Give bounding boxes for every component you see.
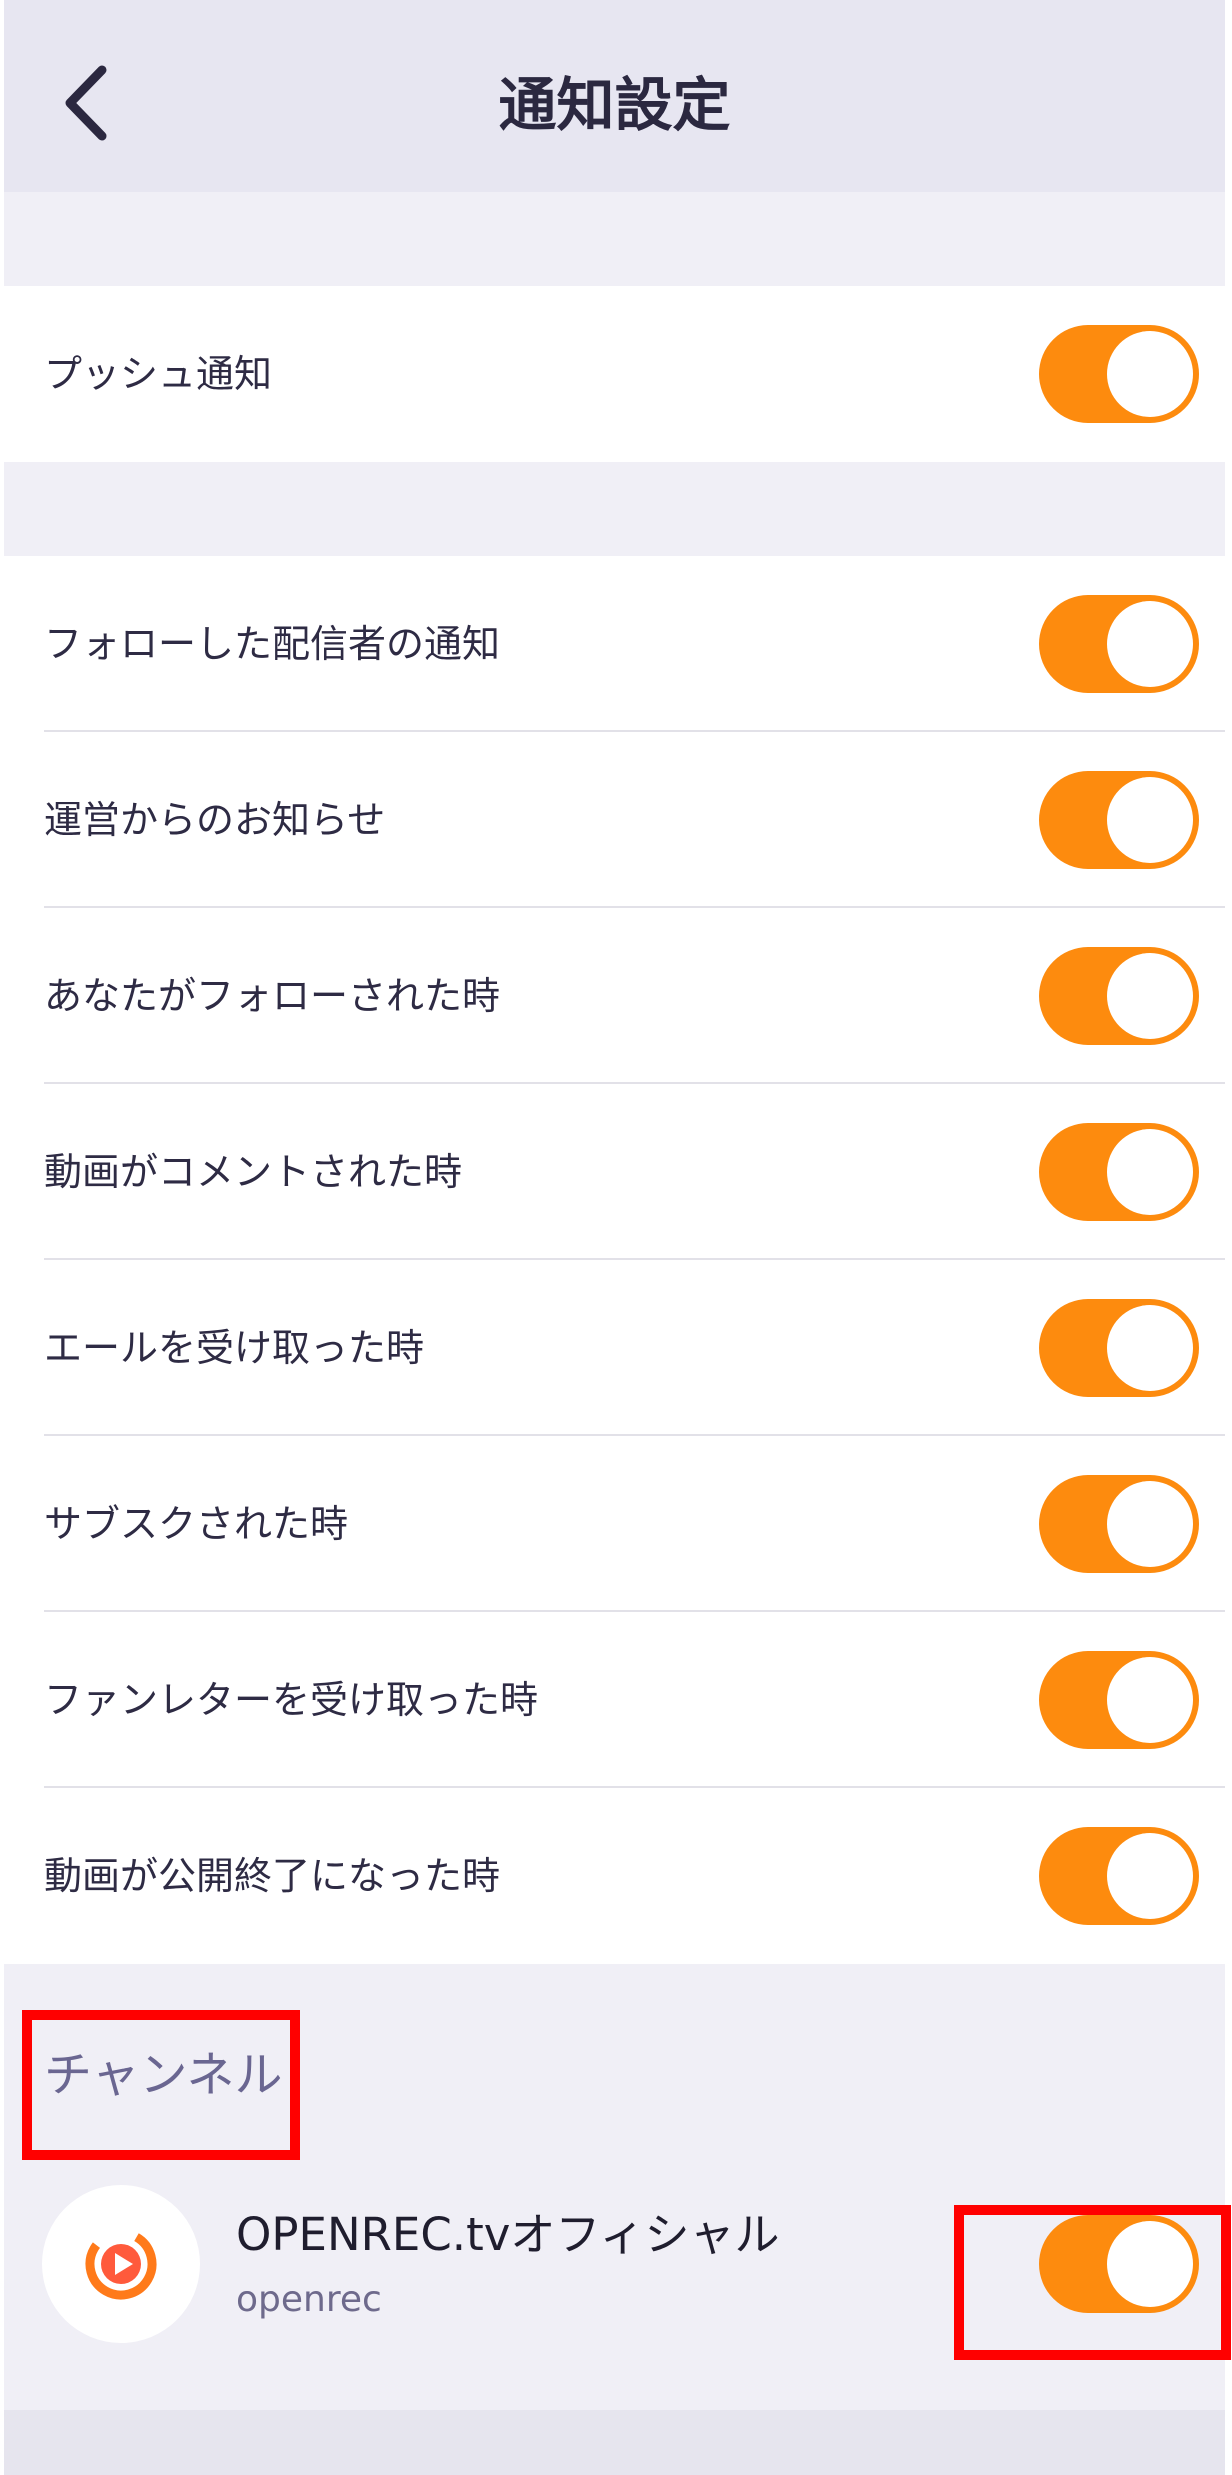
- avatar: [42, 2185, 200, 2343]
- setting-label: サブスクされた時: [44, 1502, 349, 1546]
- openrec-logo-icon: [85, 2228, 157, 2300]
- setting-row: 動画が公開終了になった時: [4, 1788, 1225, 1964]
- setting-row: あなたがフォローされた時: [4, 908, 1225, 1084]
- setting-label: プッシュ通知: [44, 352, 273, 396]
- setting-label: ファンレターを受け取った時: [44, 1678, 539, 1722]
- setting-label: エールを受け取った時: [44, 1326, 425, 1370]
- toggle-knob: [1107, 331, 1193, 417]
- setting-label: 運営からのお知らせ: [44, 798, 386, 842]
- setting-row: サブスクされた時: [4, 1436, 1225, 1612]
- video-publish-end-toggle[interactable]: [1039, 1827, 1199, 1925]
- push-notification-toggle[interactable]: [1039, 325, 1199, 423]
- followed-streamer-toggle[interactable]: [1039, 595, 1199, 693]
- settings-page: 通知設定 プッシュ通知 フォローした配信者の通知 運営からのお知らせ あなたがフ…: [4, 0, 1231, 2475]
- setting-label: あなたがフォローされた時: [44, 974, 501, 1018]
- toggle-knob: [1107, 1657, 1193, 1743]
- setting-row: フォローした配信者の通知: [4, 556, 1225, 732]
- setting-row: 動画がコメントされた時: [4, 1084, 1225, 1260]
- operator-news-toggle[interactable]: [1039, 771, 1199, 869]
- setting-row: 運営からのお知らせ: [4, 732, 1225, 908]
- toggle-knob: [1107, 1833, 1193, 1919]
- toggle-knob: [1107, 953, 1193, 1039]
- bottom-strip: [4, 2410, 1225, 2475]
- toggle-knob: [1107, 601, 1193, 687]
- fan-letter-toggle[interactable]: [1039, 1651, 1199, 1749]
- channel-id: openrec: [236, 2279, 382, 2320]
- setting-row: エールを受け取った時: [4, 1260, 1225, 1436]
- toggle-knob: [1107, 1129, 1193, 1215]
- setting-row: ファンレターを受け取った時: [4, 1612, 1225, 1788]
- highlight-box-channel-heading: [22, 2010, 300, 2160]
- setting-label: 動画が公開終了になった時: [44, 1854, 501, 1898]
- push-section: プッシュ通知: [4, 286, 1225, 462]
- highlight-box-channel-toggle: [954, 2205, 1231, 2360]
- toggle-knob: [1107, 1305, 1193, 1391]
- toggle-knob: [1107, 1481, 1193, 1567]
- page-title: 通知設定: [498, 71, 731, 139]
- followed-you-toggle[interactable]: [1039, 947, 1199, 1045]
- toggle-knob: [1107, 777, 1193, 863]
- setting-label: 動画がコメントされた時: [44, 1150, 463, 1194]
- notification-types-section: フォローした配信者の通知 運営からのお知らせ あなたがフォローされた時 動画がコ…: [4, 556, 1225, 1964]
- setting-label: フォローした配信者の通知: [44, 622, 501, 666]
- subscribed-toggle[interactable]: [1039, 1475, 1199, 1573]
- setting-row-push: プッシュ通知: [4, 286, 1225, 462]
- video-comment-toggle[interactable]: [1039, 1123, 1199, 1221]
- nav-bar: 通知設定: [4, 0, 1225, 192]
- yell-received-toggle[interactable]: [1039, 1299, 1199, 1397]
- channel-name: OPENREC.tvオフィシャル: [236, 2208, 780, 2261]
